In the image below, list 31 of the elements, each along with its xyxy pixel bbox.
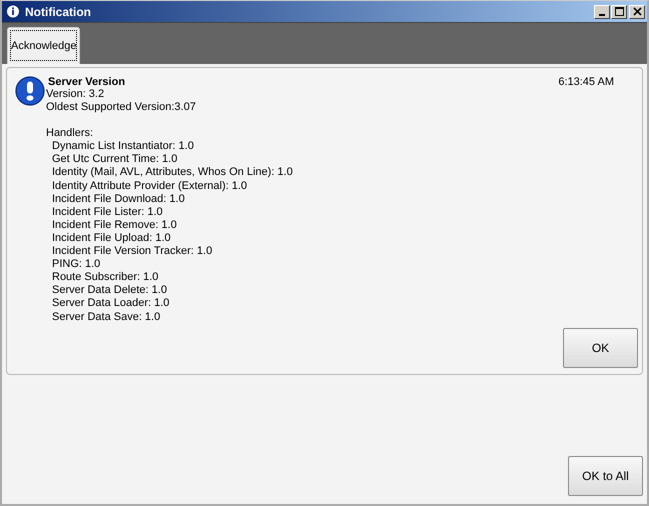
ok-button[interactable]: OK — [563, 328, 638, 368]
maximize-icon — [614, 7, 624, 16]
message-line: Oldest Supported Version:3.07 — [46, 101, 197, 114]
message-line: Version: 3.2 — [46, 88, 106, 102]
message-title: Server Version — [48, 76, 126, 88]
handler-line: Incident File Remove: 1.0 — [51, 218, 178, 232]
exclamation-icon — [15, 76, 45, 106]
handler-line: Dynamic List Instantiator: 1.0 — [51, 140, 195, 154]
handler-line: Server Data Loader: 1.0 — [51, 297, 170, 310]
handler-line: Get Utc Current Time: 1.0 — [51, 153, 178, 166]
tab[interactable]: Acknowledge — [7, 27, 80, 64]
handler-line: Route Subscriber: 1.0 — [51, 271, 160, 284]
close-icon — [632, 7, 642, 16]
handler-line: Identity Attribute Provider (External): 1.0 — [51, 180, 248, 193]
handlers-label: Handlers: — [46, 127, 94, 140]
info-icon — [6, 4, 20, 18]
minimize-icon — [599, 14, 605, 16]
handler-line: PING: 1.0 — [51, 258, 102, 272]
ok-to-all-button[interactable]: OK to All — [568, 456, 643, 496]
handler-line: Incident File Lister: 1.0 — [51, 206, 164, 219]
close-button[interactable] — [629, 4, 645, 18]
handler-line: Server Data Delete: 1.0 — [51, 284, 168, 298]
handler-line: Incident File Upload: 1.0 — [51, 232, 172, 246]
handler-line: Identity (Mail, AVL, Attributes, Whos On Line): 1.0 — [51, 166, 294, 180]
window-title: Notification — [25, 4, 92, 18]
minimize-button[interactable] — [594, 4, 610, 18]
message-time: 6:13:45 AM — [558, 76, 614, 88]
maximize-button[interactable] — [611, 4, 627, 18]
handler-line: Incident File Version Tracker: 1.0 — [51, 245, 214, 258]
handler-line: Incident File Download: 1.0 — [51, 192, 186, 206]
handler-line: Server Data Save: 1.0 — [51, 310, 162, 324]
